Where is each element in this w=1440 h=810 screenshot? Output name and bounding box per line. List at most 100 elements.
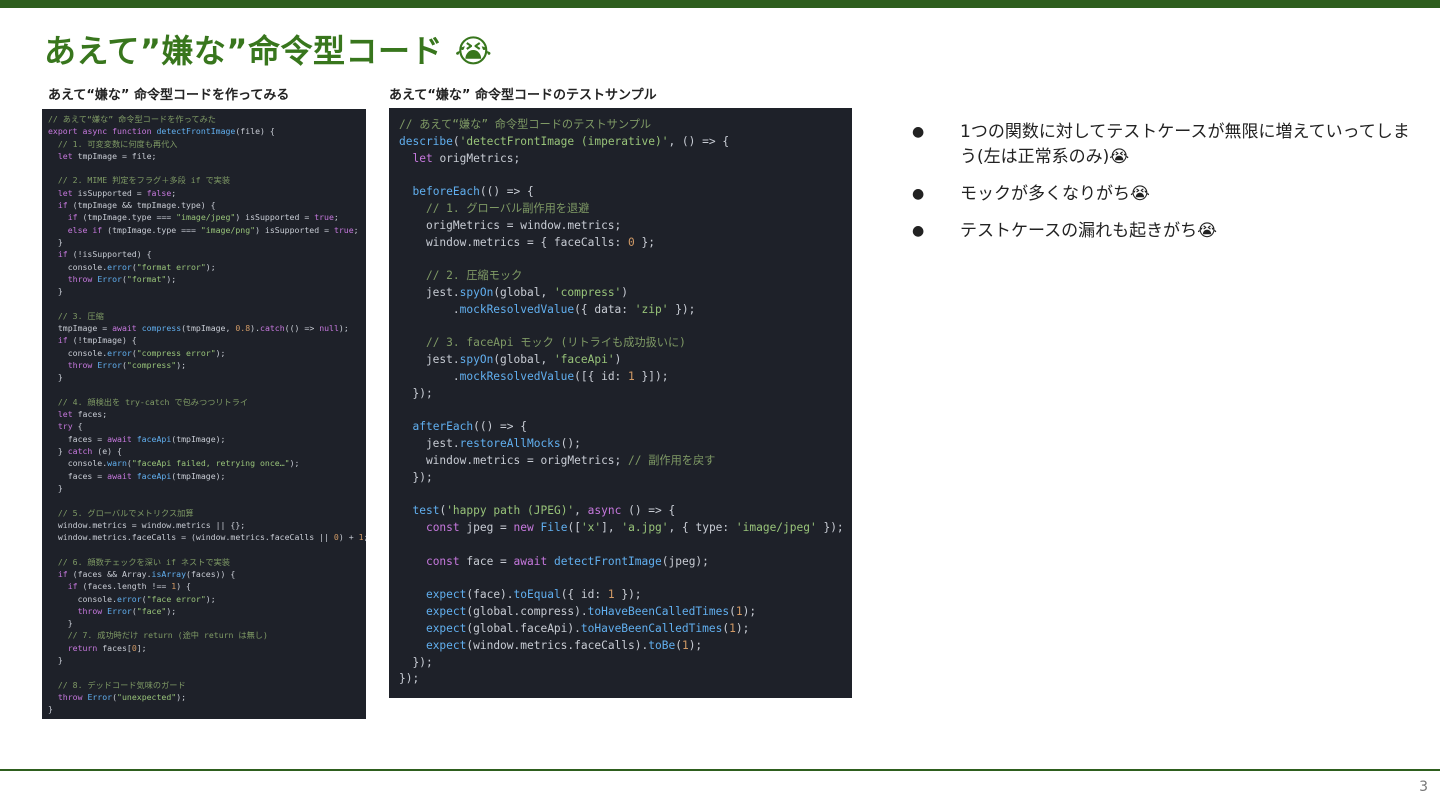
imperative-code-line: [48, 543, 366, 555]
test-code-line: const jpeg = new File(['x'], 'a.jpg', { …: [425, 521, 844, 535]
imperative-code-line: // 5. グローバルでメトリクス加算: [57, 507, 194, 518]
imperative-code-line: // 6. 顔数チェックを深い if ネストで実装: [57, 556, 230, 567]
imperative-code-line: throw Error("compress");: [67, 359, 187, 370]
bullet-dot-icon: ●: [912, 186, 925, 202]
imperative-code-line: try {: [57, 421, 83, 432]
imperative-code-line: return faces[0];: [67, 642, 147, 653]
imperative-code-line: export async function detectFrontImage(f…: [48, 126, 275, 137]
imperative-code-line: // 3. 圧縮: [57, 310, 104, 321]
test-code-line: beforeEach(() => {: [412, 185, 534, 199]
test-code-line: [399, 319, 852, 336]
test-code-line: test('happy path (JPEG)', async () => {: [412, 504, 676, 518]
test-code-line: jest.spyOn(global, 'compress'): [399, 285, 629, 299]
slide-title-text: あえて”嫌な”命令型コード: [44, 32, 443, 70]
test-code-line: .mockResolvedValue([{ id: 1 }]);: [399, 369, 669, 383]
imperative-code-block: // あえて“嫌な” 命令型コードを作ってみた export async func…: [42, 109, 366, 719]
test-code-line: [399, 487, 852, 504]
test-code-line: });: [399, 672, 420, 686]
bullet-item: ● 1つの関数に対してテストケースが無限に増えていってしまう(左は正常系のみ)😭: [912, 120, 1412, 170]
test-code-line: // 1. グローバル副作用を退避: [425, 201, 590, 215]
test-code-line: // 2. 圧縮モック: [425, 269, 523, 283]
test-code-line: // あえて“嫌な” 命令型コードのテストサンプル: [399, 118, 652, 131]
imperative-code-line: [48, 297, 366, 309]
test-code-line: [399, 403, 852, 420]
test-code-line: // 3. faceApi モック (リトライも成功扱いに): [425, 336, 686, 350]
imperative-code-line: }: [48, 618, 73, 629]
imperative-code-line: }: [48, 286, 63, 297]
imperative-code-line: }: [48, 372, 63, 383]
imperative-code-line: console.error("face error");: [48, 593, 216, 604]
imperative-code-line: if (tmpImage && tmpImage.type) {: [57, 200, 216, 211]
imperative-code-line: if (!tmpImage) {: [57, 335, 137, 346]
imperative-code-line: if (tmpImage.type === "image/jpeg") isSu…: [67, 212, 339, 223]
test-code-line: expect(window.metrics.faceCalls).toBe(1)…: [425, 638, 703, 652]
imperative-code-line: // あえて“嫌な” 命令型コードを作ってみた: [48, 114, 216, 124]
imperative-code-line: let isSupported = false;: [57, 187, 177, 198]
imperative-code-line: // 8. デッドコード気味のガード: [57, 679, 186, 690]
test-code-line: [399, 167, 852, 184]
imperative-code-line: faces = await faceApi(tmpImage);: [48, 470, 226, 481]
imperative-code-line: let tmpImage = file;: [57, 150, 157, 161]
test-code-line: [399, 571, 852, 588]
left-code-caption: あえて“嫌な” 命令型コードを作ってみる: [48, 88, 290, 103]
bullet-item: ● テストケースの漏れも起きがち😭: [912, 219, 1412, 244]
imperative-code-line: tmpImage = await compress(tmpImage, 0.8)…: [48, 323, 349, 334]
bullet-list: ● 1つの関数に対してテストケースが無限に増えていってしまう(左は正常系のみ)😭 ●…: [912, 120, 1412, 256]
test-code-line: describe('detectFrontImage (imperative)'…: [399, 134, 730, 148]
test-code-line: afterEach(() => {: [412, 420, 527, 434]
test-code-block: // あえて“嫌な” 命令型コードのテストサンプル describe('detec…: [389, 108, 852, 698]
test-code-line: [399, 537, 852, 554]
test-code-caption: あえて“嫌な” 命令型コードのテストサンプル: [389, 88, 657, 103]
test-code-line: window.metrics = origMetrics; // 副作用を戻す: [399, 453, 716, 467]
imperative-code-line: else if (tmpImage.type === "image/png") …: [67, 224, 359, 235]
test-code-line: jest.spyOn(global, 'faceApi'): [399, 353, 622, 367]
test-code-line: [399, 251, 852, 268]
page-number: 3: [1419, 779, 1428, 795]
test-code-line: const face = await detectFrontImage(jpeg…: [425, 554, 709, 568]
test-code-line: let origMetrics;: [412, 151, 521, 165]
bullet-item: ● モックが多くなりがち😭: [912, 182, 1412, 207]
imperative-code-line: [48, 384, 366, 396]
bullet-text: テストケースの漏れも起きがち😭: [960, 221, 1218, 241]
slide-title: あえて”嫌な”命令型コード 😭: [44, 26, 493, 72]
crying-face-icon: 😭: [454, 32, 493, 70]
test-code-line: origMetrics = window.metrics;: [399, 218, 622, 232]
imperative-code-line: [48, 162, 366, 174]
test-code-line: jest.restoreAllMocks();: [399, 437, 581, 451]
imperative-code-line: faces = await faceApi(tmpImage);: [48, 433, 226, 444]
test-code-line: });: [399, 655, 433, 669]
imperative-code-line: [48, 666, 366, 678]
imperative-code-line: console.warn("faceApi failed, retrying o…: [48, 458, 300, 469]
imperative-code-line: if (faces && Array.isArray(faces)) {: [57, 568, 236, 579]
imperative-code-line: if (!isSupported) {: [57, 249, 152, 260]
test-code-line: expect(face).toEqual({ id: 1 });: [425, 588, 642, 602]
imperative-code-line: }: [48, 236, 63, 247]
imperative-code-line: console.error("format error");: [48, 261, 216, 272]
imperative-code-line: } catch (e) {: [48, 446, 122, 457]
imperative-code-line: console.error("compress error");: [48, 347, 226, 358]
test-code-line: });: [399, 470, 433, 484]
bullet-dot-icon: ●: [912, 124, 925, 140]
bullet-text: 1つの関数に対してテストケースが無限に増えていってしまう(左は正常系のみ)😭: [960, 122, 1410, 167]
footer-divider: [0, 769, 1440, 771]
imperative-code-line: // 7. 成功時だけ return (途中 return は無し): [67, 630, 268, 641]
imperative-code-line: if (faces.length !== 1) {: [67, 581, 191, 592]
test-code-line: });: [399, 386, 433, 400]
imperative-code-line: // 2. MIME 判定をフラグ＋多段 if で実装: [57, 175, 231, 186]
imperative-code-line: // 1. 可変変数に何度も再代入: [57, 138, 178, 149]
imperative-code-line: window.metrics.faceCalls = (window.metri…: [48, 532, 366, 543]
test-code-line: .mockResolvedValue({ data: 'zip' });: [399, 302, 696, 316]
imperative-code-line: }: [48, 704, 53, 715]
imperative-code-line: }: [48, 655, 63, 666]
imperative-code-line: [48, 494, 366, 506]
imperative-code-line: throw Error("face");: [77, 605, 177, 616]
top-accent-bar: [0, 0, 1440, 8]
test-code-line: expect(global.faceApi).toHaveBeenCalledT…: [425, 621, 750, 635]
imperative-code-line: throw Error("unexpected");: [57, 691, 187, 702]
imperative-code-line: let faces;: [57, 409, 108, 420]
test-code-line: window.metrics = { faceCalls: 0 };: [399, 235, 655, 249]
imperative-code-line: }: [48, 482, 63, 493]
test-code-line: expect(global.compress).toHaveBeenCalled…: [425, 605, 757, 619]
imperative-code-line: // 4. 顔検出を try-catch で包みつつリトライ: [57, 396, 249, 407]
bullet-dot-icon: ●: [912, 223, 925, 239]
